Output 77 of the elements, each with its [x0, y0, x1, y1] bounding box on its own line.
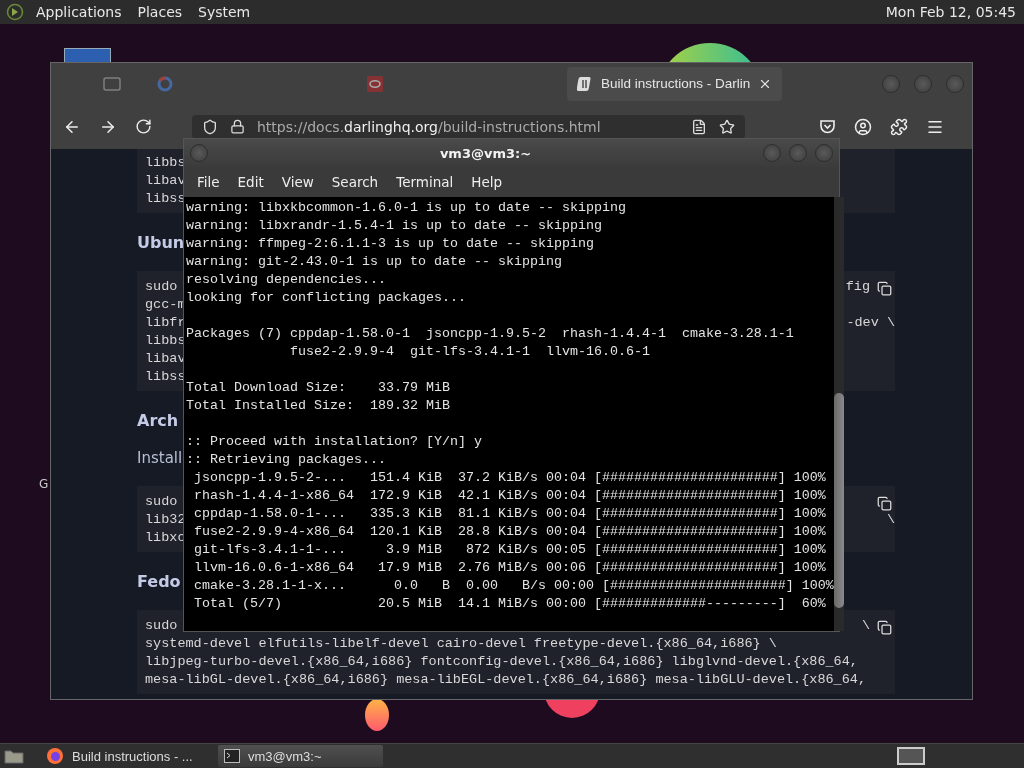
terminal-line: cppdap-1.58.0-1-... 335.3 KiB 81.1 KiB/s 00:04 [######################] 100% [193, 505, 827, 523]
google-icon [157, 75, 173, 92]
paragraph: Install [137, 449, 183, 467]
code-line: \ [861, 617, 870, 633]
code-line: sudo [145, 278, 178, 294]
wallpaper-blob [365, 699, 389, 731]
tab-title: Build instructions - Darlin [601, 76, 751, 91]
section-heading: Ubun [137, 233, 185, 252]
lock-icon[interactable] [230, 119, 245, 134]
shield-icon[interactable] [202, 118, 218, 135]
terminal-icon [224, 749, 240, 763]
terminal-line: llvm-16.0.6-1-x86_64 17.9 MiB 2.76 MiB/s 00:06 [######################] 100% [193, 559, 827, 577]
menu-logo-icon [6, 3, 24, 21]
account-icon[interactable] [854, 117, 872, 136]
reload-icon[interactable] [135, 118, 152, 135]
reader-icon[interactable] [691, 118, 707, 135]
terminal-line: looking for conflicting packages... [186, 289, 467, 307]
menu-item[interactable]: Help [462, 174, 512, 190]
panel-menu[interactable]: Applications [32, 4, 126, 20]
section-heading: Fedo [137, 572, 181, 591]
panel-menu[interactable]: System [194, 4, 255, 20]
workspace-switcher[interactable] [897, 747, 925, 765]
code-line: \ [886, 511, 895, 527]
code-line: libss [145, 368, 186, 384]
scrollbar-thumb[interactable] [833, 393, 844, 608]
menu-item[interactable]: Search [322, 174, 388, 190]
code-line: libbs [145, 154, 186, 170]
terminal-line: cmake-3.28.1-1-x... 0.0 B 0.00 B/s 00:00 [######################] 100% [193, 577, 834, 595]
menu-item[interactable]: Terminal [387, 174, 463, 190]
panel-menu[interactable]: Places [133, 4, 187, 20]
extensions-icon[interactable] [890, 117, 908, 136]
code-line: libss [145, 190, 186, 206]
terminal-line: warning: libxrandr-1.5.4-1 is up to date -- skipping [186, 217, 603, 235]
star-icon[interactable] [719, 118, 735, 135]
code-line: libfr [145, 314, 186, 330]
menu-item[interactable]: File [188, 174, 229, 190]
terminal-line: fuse2-2.9.9-4-x86_64 120.1 KiB 28.8 KiB/s 00:04 [######################] 100% [193, 523, 827, 541]
code-line: libbs [145, 332, 186, 348]
terminal-line: git-lfs-3.4.1-1-... 3.9 MiB 872 KiB/s 00:05 [######################] 100% [193, 541, 827, 559]
code-line: sudo [145, 617, 178, 633]
clock[interactable]: Mon Feb 12, 05:45 [885, 4, 1016, 20]
folder-icon[interactable] [4, 748, 24, 764]
terminal-line: :: Proceed with installation? [Y/n] y [186, 433, 483, 451]
section-heading: Arch [137, 411, 179, 430]
oracle-icon [367, 75, 383, 92]
taskbar-button[interactable]: Build instructions - ... [40, 745, 210, 767]
taskbar-button[interactable]: vm3@vm3:~ [218, 745, 383, 767]
terminal-line: jsoncpp-1.9.5-2-... 151.4 KiB 37.2 KiB/s 00:04 [######################] 100% [193, 469, 827, 487]
terminal-line: warning: ffmpeg-2:6.1.1-3 is up to date -- skipping [186, 235, 595, 253]
desktop-icon-label[interactable]: G [39, 477, 49, 491]
terminal-line: Total (5/7) 20.5 MiB 14.1 MiB/s 00:00 [#############---------] 60% [193, 595, 827, 613]
terminal-line: resolving dependencies... [186, 271, 387, 289]
menu-item[interactable]: View [272, 174, 323, 190]
terminal-line: Total Installed Size: 189.32 MiB [186, 397, 451, 415]
code-line: -dev \ [846, 314, 895, 330]
url-field[interactable]: https://docs.darlinghq.org/build-instructions.html [192, 114, 745, 139]
code-line: mesa-libGL-devel.{x86_64,i686} mesa-libEGL-devel.{x86_64,i686} mesa-libGLU-devel.{x86_64, [145, 671, 867, 687]
code-line: fig [845, 278, 870, 294]
terminal-line: fuse2-2.9.9-4 git-lfs-3.4.1-1 llvm-16.0.6-1 [288, 343, 651, 361]
terminal-line: Packages (7) cppdap-1.58.0-1 jsoncpp-1.9.5-2 rhash-1.4.4-1 cmake-3.28.1-1 [186, 325, 795, 343]
book-icon [577, 75, 593, 92]
code-line: libjpeg-turbo-devel.{x86_64,i686} fontconfig-devel.{x86_64,i686} libglvnd-devel.{x86_64, [145, 653, 858, 669]
code-line: libxc [145, 529, 186, 545]
url-text: https://docs.darlinghq.org/build-instructions.html [257, 118, 601, 135]
pocket-icon[interactable] [819, 117, 836, 135]
code-line: sudo [145, 493, 178, 509]
code-line: systemd-devel elfutils-libelf-devel cairo-devel freetype-devel.{x86_64,i686} \ [145, 635, 777, 651]
terminal-line: warning: git-2.43.0-1 is up to date -- skipping [186, 253, 563, 271]
firefox-icon [46, 747, 64, 765]
terminal-line: warning: libxkbcommon-1.6.0-1 is up to date -- skipping [186, 199, 627, 217]
menu-item[interactable]: Edit [228, 174, 273, 190]
terminal-line: :: Retrieving packages... [186, 451, 387, 469]
browser-tab[interactable]: Build instructions - Darlin [567, 66, 783, 101]
scrollbar[interactable] [833, 197, 844, 631]
terminal-line: Total Download Size: 33.79 MiB [186, 379, 451, 397]
window-title: vm3@vm3:~ [438, 145, 533, 161]
terminal-line: rhash-1.4.4-1-x86_64 172.9 KiB 42.1 KiB/s 00:04 [######################] 100% [193, 487, 827, 505]
